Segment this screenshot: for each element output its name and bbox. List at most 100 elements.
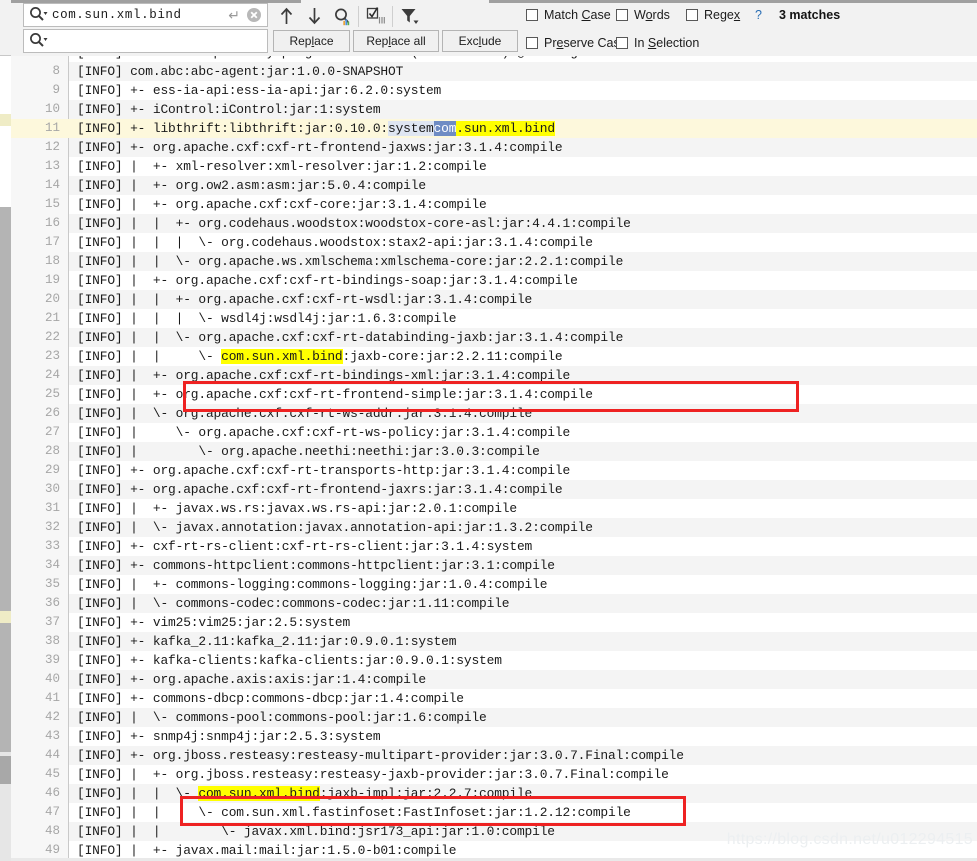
code-line[interactable]: [INFO] | | \- com.sun.xml.bind:jaxb-core…: [69, 347, 977, 366]
regex-help-link[interactable]: ?: [755, 6, 762, 24]
in-selection-checkbox[interactable]: In Selection: [616, 34, 699, 52]
match-case-checkbox[interactable]: Match Case: [526, 6, 611, 24]
line-number: 44: [16, 746, 60, 765]
line-number: 20: [16, 290, 60, 309]
line-number: 25: [16, 385, 60, 404]
line-number: 41: [16, 689, 60, 708]
search-input-value[interactable]: com.sun.xml.bind: [48, 8, 228, 22]
scrollbar-secondary-thumb[interactable]: [0, 756, 11, 784]
code-line[interactable]: [INFO] +- org.apache.cxf:cxf-rt-frontend…: [69, 138, 977, 157]
code-line[interactable]: [INFO] +- ess-ia-api:ess-ia-api:jar:6.2.…: [69, 81, 977, 100]
code-line[interactable]: [INFO] +- kafka_2.11:kafka_2.11:jar:0.9.…: [69, 632, 977, 651]
line-number: 35: [16, 575, 60, 594]
code-line[interactable]: [INFO] +- org.apache.cxf:cxf-rt-frontend…: [69, 480, 977, 499]
replace-input[interactable]: [23, 29, 268, 53]
line-number: 21: [16, 309, 60, 328]
filter-icon[interactable]: [397, 3, 423, 29]
line-number: 15: [16, 195, 60, 214]
preserve-case-checkbox-box[interactable]: [526, 37, 538, 49]
line-number: 13: [16, 157, 60, 176]
line-number: 29: [16, 461, 60, 480]
scrollbar-match-marker: [0, 114, 11, 126]
words-checkbox[interactable]: Words: [616, 6, 670, 24]
line-number: 47: [16, 803, 60, 822]
words-checkbox-box[interactable]: [616, 9, 628, 21]
code-content[interactable]: [INFO] maven-dependency-plugin:2.10:list…: [69, 56, 977, 861]
code-line[interactable]: [INFO] | | +- org.codehaus.woodstox:wood…: [69, 214, 977, 233]
replace-search-icon[interactable]: [28, 31, 48, 51]
regex-checkbox-box[interactable]: [686, 9, 698, 21]
code-line[interactable]: [INFO] | +- org.ow2.asm:asm:jar:5.0.4:co…: [69, 176, 977, 195]
toolbar-separator: [358, 6, 359, 27]
preserve-case-label: Preserve Case: [544, 36, 627, 50]
code-line[interactable]: [INFO] | +- xml-resolver:xml-resolver:ja…: [69, 157, 977, 176]
previous-selection: system: [388, 121, 434, 136]
code-line[interactable]: [INFO] +- org.apache.cxf:cxf-rt-transpor…: [69, 461, 977, 480]
code-line[interactable]: [INFO] +- commons-dbcp:commons-dbcp:jar:…: [69, 689, 977, 708]
code-line[interactable]: [INFO] +- commons-httpclient:commons-htt…: [69, 556, 977, 575]
code-line[interactable]: [INFO] | | \- org.apache.cxf:cxf-rt-data…: [69, 328, 977, 347]
editor-vertical-scrollbar[interactable]: [0, 56, 11, 861]
scrollbar-thumb[interactable]: [0, 207, 11, 752]
code-line[interactable]: [INFO] | | \- com.sun.xml.fastinfoset:Fa…: [69, 803, 977, 822]
code-line[interactable]: [INFO] +- libthrift:libthrift:jar:0.10.0…: [69, 119, 977, 138]
code-line[interactable]: [INFO] | \- org.apache.cxf:cxf-rt-ws-add…: [69, 404, 977, 423]
enter-return-icon: ↵: [228, 8, 246, 22]
editor-area[interactable]: 7891011121314151617181920212223242526272…: [0, 56, 977, 861]
line-number: 8: [16, 62, 60, 81]
code-line[interactable]: [INFO] | +- org.jboss.resteasy:resteasy-…: [69, 765, 977, 784]
code-line[interactable]: [INFO] | +- org.apache.cxf:cxf-rt-fronte…: [69, 385, 977, 404]
preserve-case-checkbox[interactable]: Preserve Case: [526, 34, 627, 52]
line-number: 38: [16, 632, 60, 651]
select-all-occurrences-icon[interactable]: [363, 3, 389, 29]
watermark: https://blog.csdn.net/u012294515: [727, 831, 973, 849]
search-icon[interactable]: [28, 5, 48, 25]
find-previous-icon[interactable]: [273, 3, 299, 29]
code-line[interactable]: [INFO] | \- org.apache.cxf:cxf-rt-ws-pol…: [69, 423, 977, 442]
in-selection-checkbox-box[interactable]: [616, 37, 628, 49]
line-number: 46: [16, 784, 60, 803]
line-number: 23: [16, 347, 60, 366]
code-line[interactable]: [INFO] | +- org.apache.cxf:cxf-rt-bindin…: [69, 271, 977, 290]
regex-checkbox[interactable]: Regex: [686, 6, 740, 24]
code-line[interactable]: [INFO] | \- javax.annotation:javax.annot…: [69, 518, 977, 537]
search-input[interactable]: com.sun.xml.bind ↵: [23, 3, 268, 27]
match-count-label: 3 matches: [779, 6, 840, 24]
code-line[interactable]: [INFO] | | \- org.apache.ws.xmlschema:xm…: [69, 252, 977, 271]
code-line[interactable]: [INFO] | | | \- org.codehaus.woodstox:st…: [69, 233, 977, 252]
regex-label: Regex: [704, 8, 740, 22]
line-number: 37: [16, 613, 60, 632]
match-case-checkbox-box[interactable]: [526, 9, 538, 21]
code-line[interactable]: [INFO] | | +- org.apache.cxf:cxf-rt-wsdl…: [69, 290, 977, 309]
code-line[interactable]: [INFO] com.abc:abc-agent:jar:1.0.0-SNAPS…: [69, 62, 977, 81]
code-line[interactable]: [INFO] +- snmp4j:snmp4j:jar:2.5.3:system: [69, 727, 977, 746]
code-line[interactable]: [INFO] +- org.jboss.resteasy:resteasy-mu…: [69, 746, 977, 765]
line-number: 32: [16, 518, 60, 537]
code-line[interactable]: [INFO] | +- org.apache.cxf:cxf-rt-bindin…: [69, 366, 977, 385]
code-line[interactable]: [INFO] | \- org.apache.neethi:neethi:jar…: [69, 442, 977, 461]
code-line[interactable]: [INFO] | | \- com.sun.xml.bind:jaxb-impl…: [69, 784, 977, 803]
code-line[interactable]: [INFO] +- org.apache.axis:axis:jar:1.4:c…: [69, 670, 977, 689]
code-line[interactable]: [INFO] +- cxf-rt-rs-client:cxf-rt-rs-cli…: [69, 537, 977, 556]
code-line[interactable]: [INFO] | \- commons-codec:commons-codec:…: [69, 594, 977, 613]
code-line[interactable]: [INFO] | +- javax.ws.rs:javax.ws.rs-api:…: [69, 499, 977, 518]
code-line[interactable]: [INFO] +- iControl:iControl:jar:1:system: [69, 100, 977, 119]
code-line[interactable]: [INFO] +- kafka-clients:kafka-clients:ja…: [69, 651, 977, 670]
line-number: 24: [16, 366, 60, 385]
code-line[interactable]: [INFO] | +- commons-logging:commons-logg…: [69, 575, 977, 594]
line-number: 42: [16, 708, 60, 727]
code-line[interactable]: [INFO] | \- commons-pool:commons-pool:ja…: [69, 708, 977, 727]
find-all-icon[interactable]: [329, 3, 355, 29]
line-number: 34: [16, 556, 60, 575]
code-line[interactable]: [INFO] | +- org.apache.cxf:cxf-core:jar:…: [69, 195, 977, 214]
exclude-button[interactable]: Exclude: [442, 30, 518, 52]
code-line[interactable]: [INFO] | | | \- wsdl4j:wsdl4j:jar:1.6.3:…: [69, 309, 977, 328]
replace-button[interactable]: Replace: [273, 30, 350, 52]
words-label: Words: [634, 8, 670, 22]
clear-search-icon[interactable]: [246, 7, 262, 23]
line-number: 39: [16, 651, 60, 670]
line-number: 19: [16, 271, 60, 290]
replace-all-button[interactable]: Replace all: [353, 30, 439, 52]
code-line[interactable]: [INFO] +- vim25:vim25:jar:2.5:system: [69, 613, 977, 632]
find-next-icon[interactable]: [301, 3, 327, 29]
